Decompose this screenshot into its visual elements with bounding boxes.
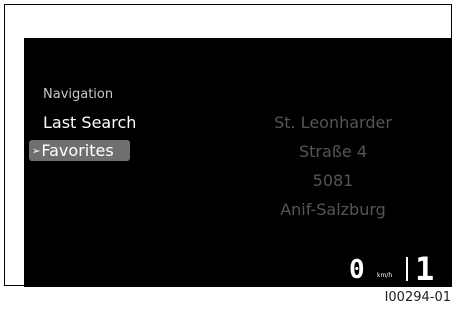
address-postal-code: 5081 [312,171,354,190]
speed-unit: km/h [377,272,393,279]
menu-item-favorites[interactable]: ➢Favorites [29,140,130,161]
speed-value: 0 [349,255,365,285]
status-divider [406,257,408,281]
address-city: Anif-Salzburg [280,200,386,219]
address-street-number-line: Straße 4 [299,142,367,161]
gear-indicator: 1 [415,250,435,288]
arrow-right-icon: ➢ [32,146,41,157]
menu-item-label: Favorites [41,141,114,160]
address-street-line: St. Leonharder [274,113,392,132]
status-bar: 0 km/h 1 [349,253,441,285]
menu-item-last-search[interactable]: Last Search [43,113,136,132]
figure-id: I00294-01 [384,290,451,305]
menu-header: Navigation [43,87,114,102]
navigation-display [24,38,452,287]
